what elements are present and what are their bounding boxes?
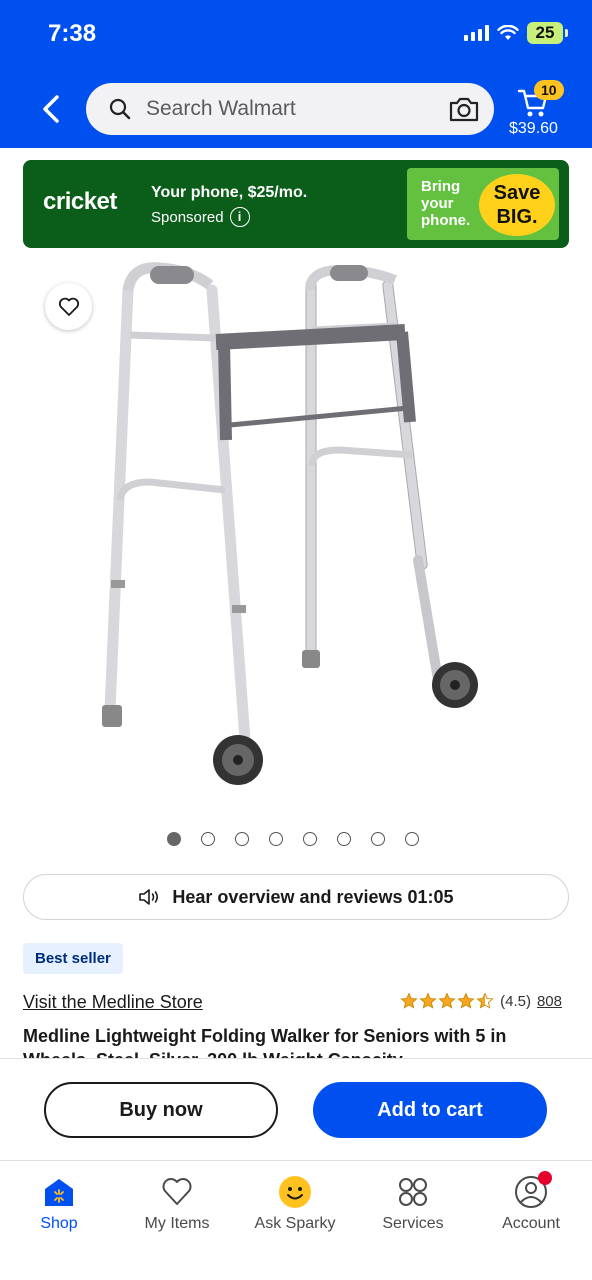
speaker-icon xyxy=(139,889,159,905)
wifi-icon xyxy=(497,25,519,40)
tab-ask-sparky-label: Ask Sparky xyxy=(254,1215,336,1232)
gallery-dot[interactable] xyxy=(201,832,215,846)
star-icon xyxy=(457,992,475,1009)
gallery-dot[interactable] xyxy=(235,832,249,846)
heart-icon xyxy=(162,1178,192,1205)
product-image[interactable] xyxy=(40,260,552,820)
hear-overview-button[interactable]: Hear overview and reviews 01:05 xyxy=(23,874,569,920)
add-to-cart-button[interactable]: Add to cart xyxy=(313,1082,547,1138)
ad-promo-text: Bring your phone. xyxy=(421,178,471,229)
tab-shop-label: Shop xyxy=(40,1215,78,1232)
ad-promo-bubble: Save BIG. xyxy=(479,174,555,236)
status-time: 7:38 xyxy=(48,20,97,47)
product-page: 7:38 25 Search Walmart 10 $39.60 cricket… xyxy=(0,0,592,1280)
rating-value: (4.5) xyxy=(500,992,531,1010)
store-link[interactable]: Visit the Medline Store xyxy=(23,992,203,1013)
back-button[interactable] xyxy=(34,90,68,128)
sparky-icon xyxy=(279,1176,311,1208)
gallery-dot[interactable] xyxy=(337,832,351,846)
hear-overview-label: Hear overview and reviews 01:05 xyxy=(172,886,454,907)
sponsored-ad-banner[interactable]: cricket Your phone, $25/mo. Sponsored i … xyxy=(23,160,569,248)
sponsored-text: Sponsored xyxy=(151,208,224,226)
gallery-dot[interactable] xyxy=(371,832,385,846)
signal-icon xyxy=(464,25,489,41)
ad-brand-logo: cricket xyxy=(43,188,117,215)
gallery-dot[interactable] xyxy=(405,832,419,846)
ad-title: Your phone, $25/mo. xyxy=(151,184,308,201)
battery-icon: 25 xyxy=(527,22,568,44)
tab-shop[interactable]: Shop xyxy=(4,1175,114,1233)
rating-stars xyxy=(400,992,494,1010)
gallery-dot[interactable] xyxy=(269,832,283,846)
services-icon xyxy=(399,1178,427,1206)
tab-my-items[interactable]: My Items xyxy=(122,1175,232,1233)
star-icon xyxy=(438,992,456,1009)
favorite-button[interactable] xyxy=(45,283,92,330)
tab-services-label: Services xyxy=(382,1215,444,1232)
notification-dot xyxy=(538,1171,552,1185)
star-icon xyxy=(419,992,437,1009)
bottom-tab-bar: Shop My Items Ask Sparky Services Accoun… xyxy=(0,1161,592,1280)
star-icon xyxy=(476,992,494,1009)
search-bar[interactable] xyxy=(86,83,494,135)
gallery-dot[interactable] xyxy=(303,832,317,846)
product-title: Medline Lightweight Folding Walker for S… xyxy=(23,1026,507,1058)
cart-button[interactable]: 10 $39.60 xyxy=(506,80,568,140)
best-seller-badge: Best seller xyxy=(23,943,123,974)
search-input[interactable] xyxy=(146,97,448,121)
ad-promo: Bring your phone. Save BIG. xyxy=(407,168,559,240)
gallery-pagination xyxy=(167,832,419,846)
tab-account-label: Account xyxy=(502,1215,560,1232)
tab-ask-sparky[interactable]: Ask Sparky xyxy=(240,1175,350,1233)
cart-count-badge: 10 xyxy=(534,80,564,100)
divider xyxy=(0,1058,592,1059)
chevron-left-icon xyxy=(43,95,59,123)
status-icons: 25 xyxy=(464,22,568,44)
search-icon xyxy=(109,98,131,120)
battery-level: 25 xyxy=(527,22,563,44)
heart-icon xyxy=(58,297,79,316)
buy-now-button[interactable]: Buy now xyxy=(44,1082,278,1138)
header: 7:38 25 Search Walmart 10 $39.60 xyxy=(0,0,592,148)
account-icon-wrap xyxy=(514,1171,552,1209)
product-title-container: Medline Lightweight Folding Walker for S… xyxy=(23,1024,569,1058)
camera-icon[interactable] xyxy=(448,95,480,123)
ad-sponsored-label: Sponsored i xyxy=(151,207,250,227)
product-rating[interactable]: (4.5) 808 xyxy=(400,992,562,1010)
tab-services[interactable]: Services xyxy=(358,1175,468,1233)
tab-account[interactable]: Account xyxy=(476,1171,586,1233)
shop-icon xyxy=(45,1179,73,1206)
info-icon[interactable]: i xyxy=(229,207,250,227)
cart-total: $39.60 xyxy=(509,120,558,137)
tab-my-items-label: My Items xyxy=(144,1215,210,1232)
review-count-link[interactable]: 808 xyxy=(537,993,562,1010)
gallery-dot[interactable] xyxy=(167,832,181,846)
star-icon xyxy=(400,992,418,1009)
